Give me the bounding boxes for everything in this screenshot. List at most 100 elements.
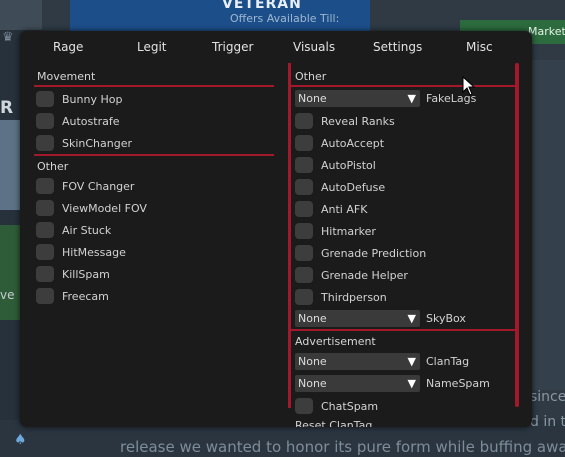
checkbox-box[interactable]: [295, 398, 313, 414]
grenade-helper-checkbox[interactable]: Grenade Helper: [295, 266, 408, 284]
checkbox-label: HitMessage: [62, 245, 126, 259]
namespam-dropdown[interactable]: None ▼: [295, 375, 420, 392]
bg-right-text: d in t: [530, 414, 565, 430]
namespam-label: NameSpam: [426, 377, 490, 390]
banner-offers: Offers Available Till:: [230, 12, 340, 25]
checkbox-box[interactable]: [36, 288, 54, 304]
dropdown-value: None: [298, 355, 327, 368]
skybox-dropdown[interactable]: None ▼: [295, 310, 420, 327]
checkbox-box[interactable]: [295, 223, 313, 239]
tab-bar: Rage Legit Trigger Visuals Settings Misc: [20, 31, 532, 63]
checkbox-label: Thirdperson: [321, 290, 387, 304]
hitmessage-checkbox[interactable]: HitMessage: [36, 243, 126, 261]
tab-misc[interactable]: Misc: [466, 40, 493, 54]
checkbox-box[interactable]: [36, 113, 54, 129]
checkbox-label: Grenade Helper: [321, 268, 408, 282]
checkbox-box[interactable]: [36, 244, 54, 260]
dropdown-value: None: [298, 312, 327, 325]
background-panel: [528, 60, 565, 390]
tab-trigger[interactable]: Trigger: [212, 40, 253, 54]
column-divider: [288, 63, 291, 408]
section-divider: [290, 329, 518, 331]
section-divider: [34, 85, 274, 87]
tab-visuals[interactable]: Visuals: [293, 40, 335, 54]
bg-right-text: since: [530, 389, 565, 405]
checkbox-label: Reveal Ranks: [321, 114, 395, 128]
checkbox-label: KillSpam: [62, 267, 110, 281]
checkbox-box[interactable]: [295, 113, 313, 129]
dropdown-arrow-icon: ▼: [407, 355, 416, 368]
checkbox-box[interactable]: [36, 222, 54, 238]
other-section-title: Other: [37, 160, 69, 173]
section-divider: [290, 85, 518, 87]
reveal-ranks-checkbox[interactable]: Reveal Ranks: [295, 112, 395, 130]
checkbox-box[interactable]: [295, 245, 313, 261]
tab-settings[interactable]: Settings: [373, 40, 422, 54]
checkbox-box[interactable]: [36, 91, 54, 107]
checkbox-box[interactable]: [295, 179, 313, 195]
offer-banner: VETERAN Offers Available Till:: [70, 0, 370, 32]
freecam-checkbox[interactable]: Freecam: [36, 287, 109, 305]
autopistol-checkbox[interactable]: AutoPistol: [295, 156, 376, 174]
checkbox-box[interactable]: [36, 178, 54, 194]
dropdown-arrow-icon: ▼: [407, 312, 416, 325]
dropdown-arrow-icon: ▼: [407, 92, 416, 105]
bg-article-text: release we wanted to honor its pure form…: [120, 438, 565, 456]
killspam-checkbox[interactable]: KillSpam: [36, 265, 110, 283]
checkbox-box[interactable]: [36, 266, 54, 282]
skinchanger-checkbox[interactable]: SkinChanger: [36, 134, 132, 152]
advertisement-section-title: Advertisement: [295, 335, 376, 348]
clantag-label: ClanTag: [426, 355, 470, 368]
fov-changer-checkbox[interactable]: FOV Changer: [36, 177, 134, 195]
checkbox-box[interactable]: [295, 267, 313, 283]
checkbox-box[interactable]: [295, 135, 313, 151]
menu-scrollbar[interactable]: [515, 63, 519, 407]
market-label: Market: [528, 25, 565, 38]
bg-left-text: R: [0, 98, 14, 118]
checkbox-label: Grenade Prediction: [321, 246, 427, 260]
tab-legit[interactable]: Legit: [137, 40, 167, 54]
fakelags-dropdown[interactable]: None ▼: [295, 90, 420, 107]
clantag-dropdown[interactable]: None ▼: [295, 353, 420, 370]
autoaccept-checkbox[interactable]: AutoAccept: [295, 134, 384, 152]
other-section-title-right: Other: [295, 70, 327, 83]
air-stuck-checkbox[interactable]: Air Stuck: [36, 221, 111, 239]
checkbox-box[interactable]: [36, 200, 54, 216]
bg-left-text: ve: [0, 288, 15, 302]
checkbox-box[interactable]: [295, 289, 313, 305]
thirdperson-checkbox[interactable]: Thirdperson: [295, 288, 387, 306]
chatspam-checkbox[interactable]: ChatSpam: [295, 397, 378, 415]
section-divider: [34, 154, 274, 156]
reset-clantag-clip: Reset ClanTag: [295, 419, 515, 427]
checkbox-label: Freecam: [62, 289, 109, 303]
checkbox-label: ViewModel FOV: [62, 201, 147, 215]
bunny-hop-checkbox[interactable]: Bunny Hop: [36, 90, 122, 108]
user-add-icon[interactable]: ♠: [14, 432, 27, 448]
dropdown-value: None: [298, 92, 327, 105]
checkbox-box[interactable]: [295, 157, 313, 173]
skybox-label: SkyBox: [426, 312, 466, 325]
movement-section-title: Movement: [37, 70, 96, 83]
dropdown-arrow-icon: ▼: [407, 377, 416, 390]
checkbox-label: SkinChanger: [62, 136, 133, 150]
checkbox-label: AutoAccept: [321, 136, 385, 150]
reset-clantag-button[interactable]: Reset ClanTag: [295, 419, 372, 427]
checkbox-label: FOV Changer: [62, 179, 135, 193]
tab-rage[interactable]: Rage: [53, 40, 83, 54]
banner-title: VETERAN: [222, 0, 302, 12]
checkbox-label: ChatSpam: [321, 399, 379, 413]
checkbox-box[interactable]: [295, 201, 313, 217]
viewmodel-fov-checkbox[interactable]: ViewModel FOV: [36, 199, 147, 217]
checkbox-label: Autostrafe: [62, 114, 120, 128]
anti-afk-checkbox[interactable]: Anti AFK: [295, 200, 367, 218]
hitmarker-checkbox[interactable]: Hitmarker: [295, 222, 376, 240]
cheat-menu-window: Rage Legit Trigger Visuals Settings Misc…: [20, 31, 532, 427]
checkbox-label: Bunny Hop: [62, 92, 123, 106]
checkbox-label: AutoDefuse: [321, 180, 386, 194]
checkbox-label: Hitmarker: [321, 224, 376, 238]
autodefuse-checkbox[interactable]: AutoDefuse: [295, 178, 385, 196]
trophy-icon: ♛: [2, 30, 14, 45]
grenade-prediction-checkbox[interactable]: Grenade Prediction: [295, 244, 426, 262]
checkbox-box[interactable]: [36, 135, 54, 151]
autostrafe-checkbox[interactable]: Autostrafe: [36, 112, 120, 130]
